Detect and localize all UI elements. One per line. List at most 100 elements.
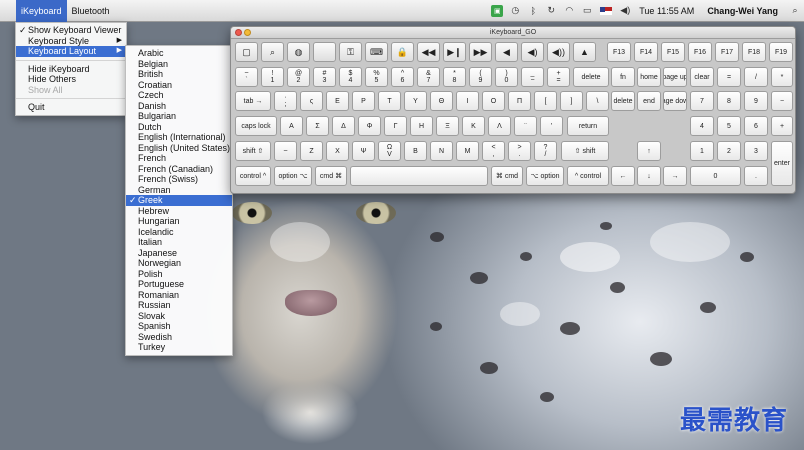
key-num-4[interactable]: $4 [339, 67, 362, 87]
key-num-6[interactable]: ^ 6 [391, 67, 414, 87]
layout-item-french-swiss[interactable]: French (Swiss) [126, 174, 232, 185]
eject-icon[interactable]: ▲ [573, 42, 596, 62]
key-q-row-9[interactable]: Π [508, 91, 531, 111]
key-a-row-2[interactable]: Δ [332, 116, 355, 136]
layout-item-hungarian[interactable]: Hungarian [126, 216, 232, 227]
globe-icon[interactable]: ◍ [287, 42, 310, 62]
keyboard-icon[interactable]: ⌨ [365, 42, 388, 62]
key-q-row-0[interactable]: ·; [274, 91, 297, 111]
key-z-row-5[interactable]: Β [404, 141, 427, 161]
layout-item-czech[interactable]: Czech [126, 90, 232, 101]
key-q-row-4[interactable]: Τ [378, 91, 401, 111]
us-flag-input-icon[interactable] [600, 6, 613, 15]
key-a-row-8[interactable]: Λ [488, 116, 511, 136]
return-key[interactable]: return [567, 116, 609, 136]
sync-icon[interactable]: ↻ [545, 5, 557, 17]
minimize-window-button[interactable] [244, 29, 251, 36]
numpad-4-key[interactable]: 4 [690, 116, 714, 136]
menu-item-keyboard-layout[interactable]: Keyboard Layout ▶ [16, 46, 126, 57]
layout-item-british[interactable]: British [126, 69, 232, 80]
apple-icon[interactable] [313, 42, 336, 62]
key-q-row-10[interactable]: [ [534, 91, 557, 111]
layout-item-danish[interactable]: Danish [126, 101, 232, 112]
key-f18[interactable]: F18 [742, 42, 766, 62]
key-num-2[interactable]: @2 [287, 67, 310, 87]
numpad-decimal-key[interactable]: . [744, 166, 768, 186]
fast-forward-icon[interactable]: ▶▶ [469, 42, 492, 62]
layout-item-belgian[interactable]: Belgian [126, 59, 232, 70]
key-q-row-12[interactable]: \ [586, 91, 609, 111]
key-num-8[interactable]: * 8 [443, 67, 466, 87]
layout-item-slovak[interactable]: Slovak [126, 311, 232, 322]
layout-item-polish[interactable]: Polish [126, 269, 232, 280]
app-status-icon[interactable]: ▣ [491, 4, 504, 17]
key-z-row-3[interactable]: Ψ [352, 141, 375, 161]
key-num-0[interactable]: ~ ` [235, 67, 258, 87]
key-z-row-10[interactable]: ? / [534, 141, 557, 161]
layout-item-turkey[interactable]: Turkey [126, 342, 232, 353]
right-control-key[interactable]: ^ control [567, 166, 609, 186]
end-key[interactable]: end [637, 91, 661, 111]
magnifier-icon[interactable]: ⌕ [261, 42, 284, 62]
arrow-up-key[interactable]: ↑ [637, 141, 661, 161]
key-num-1[interactable]: ! 1 [261, 67, 284, 87]
layout-item-norwegian[interactable]: Norwegian [126, 258, 232, 269]
layout-item-romanian[interactable]: Romanian [126, 290, 232, 301]
volume-icon[interactable]: ◀) [619, 5, 631, 17]
mute-icon[interactable]: ◀ [495, 42, 518, 62]
left-option-key[interactable]: option ⌥ [274, 166, 312, 186]
key-a-row-6[interactable]: Ξ [436, 116, 459, 136]
page-down-key[interactable]: page down [663, 91, 687, 111]
display-icon[interactable]: ▭ [581, 5, 593, 17]
left-shift-key[interactable]: shift ⇧ [235, 141, 271, 161]
time-machine-icon[interactable]: ◷ [509, 5, 521, 17]
apple-menu-icon[interactable] [0, 0, 16, 22]
numpad-8-key[interactable]: 8 [717, 91, 741, 111]
arrow-right-key[interactable]: → [663, 166, 687, 186]
layout-item-hebrew[interactable]: Hebrew [126, 206, 232, 217]
numpad-9-key[interactable]: 9 [744, 91, 768, 111]
lock-icon[interactable]: 🔒 [391, 42, 414, 62]
key-q-row-5[interactable]: Υ [404, 91, 427, 111]
numpad-5-key[interactable]: 5 [717, 116, 741, 136]
key-z-row-9[interactable]: >. [508, 141, 531, 161]
volume-down-icon[interactable]: ◀) [521, 42, 544, 62]
numpad-6-key[interactable]: 6 [744, 116, 768, 136]
key-q-row-2[interactable]: Ε [326, 91, 349, 111]
fn-key[interactable]: fn [611, 67, 635, 87]
key-a-row-1[interactable]: Σ [306, 116, 329, 136]
key-num-9[interactable]: (9 [469, 67, 492, 87]
spotlight-search-icon[interactable]: ⌕ [789, 5, 801, 17]
lock-keyhole-icon[interactable]: ⚿ [339, 42, 362, 62]
caps-lock-key[interactable]: caps lock [235, 116, 277, 136]
menu-item-hide-others[interactable]: Hide Others [16, 74, 126, 85]
key-num-3[interactable]: #3 [313, 67, 336, 87]
key-f14[interactable]: F14 [634, 42, 658, 62]
tab-key[interactable]: tab → [235, 91, 271, 111]
layout-item-italian[interactable]: Italian [126, 237, 232, 248]
menubar-user[interactable]: Chang-Wei Yang [699, 6, 786, 16]
delete-key[interactable]: delete [573, 67, 609, 87]
numpad-0-key[interactable]: 0 [690, 166, 741, 186]
key-f15[interactable]: F15 [661, 42, 685, 62]
key-q-row-1[interactable]: ς [300, 91, 323, 111]
close-window-button[interactable] [235, 29, 242, 36]
numpad-plus-key[interactable]: + [771, 116, 793, 136]
left-command-key[interactable]: cmd ⌘ [315, 166, 347, 186]
menu-item-keyboard-style[interactable]: Keyboard Style ▶ [16, 36, 126, 47]
numpad-minus-key[interactable]: − [771, 91, 793, 111]
key-z-row-4[interactable]: ΩV [378, 141, 401, 161]
key-num-7[interactable]: & 7 [417, 67, 440, 87]
key-num-12[interactable]: + = [547, 67, 570, 87]
home-key[interactable]: home [637, 67, 661, 87]
layout-item-portuguese[interactable]: Portuguese [126, 279, 232, 290]
key-num-11[interactable]: _ − [521, 67, 544, 87]
layout-item-french[interactable]: French [126, 153, 232, 164]
left-control-key[interactable]: control ^ [235, 166, 271, 186]
key-a-row-3[interactable]: Φ [358, 116, 381, 136]
key-num-5[interactable]: % 5 [365, 67, 388, 87]
key-q-row-6[interactable]: Θ [430, 91, 453, 111]
window-titlebar[interactable]: iKeyboard_GO [231, 27, 795, 39]
menu-item-hide-ikeyboard[interactable]: Hide iKeyboard [16, 64, 126, 75]
numpad-3-key[interactable]: 3 [744, 141, 768, 161]
